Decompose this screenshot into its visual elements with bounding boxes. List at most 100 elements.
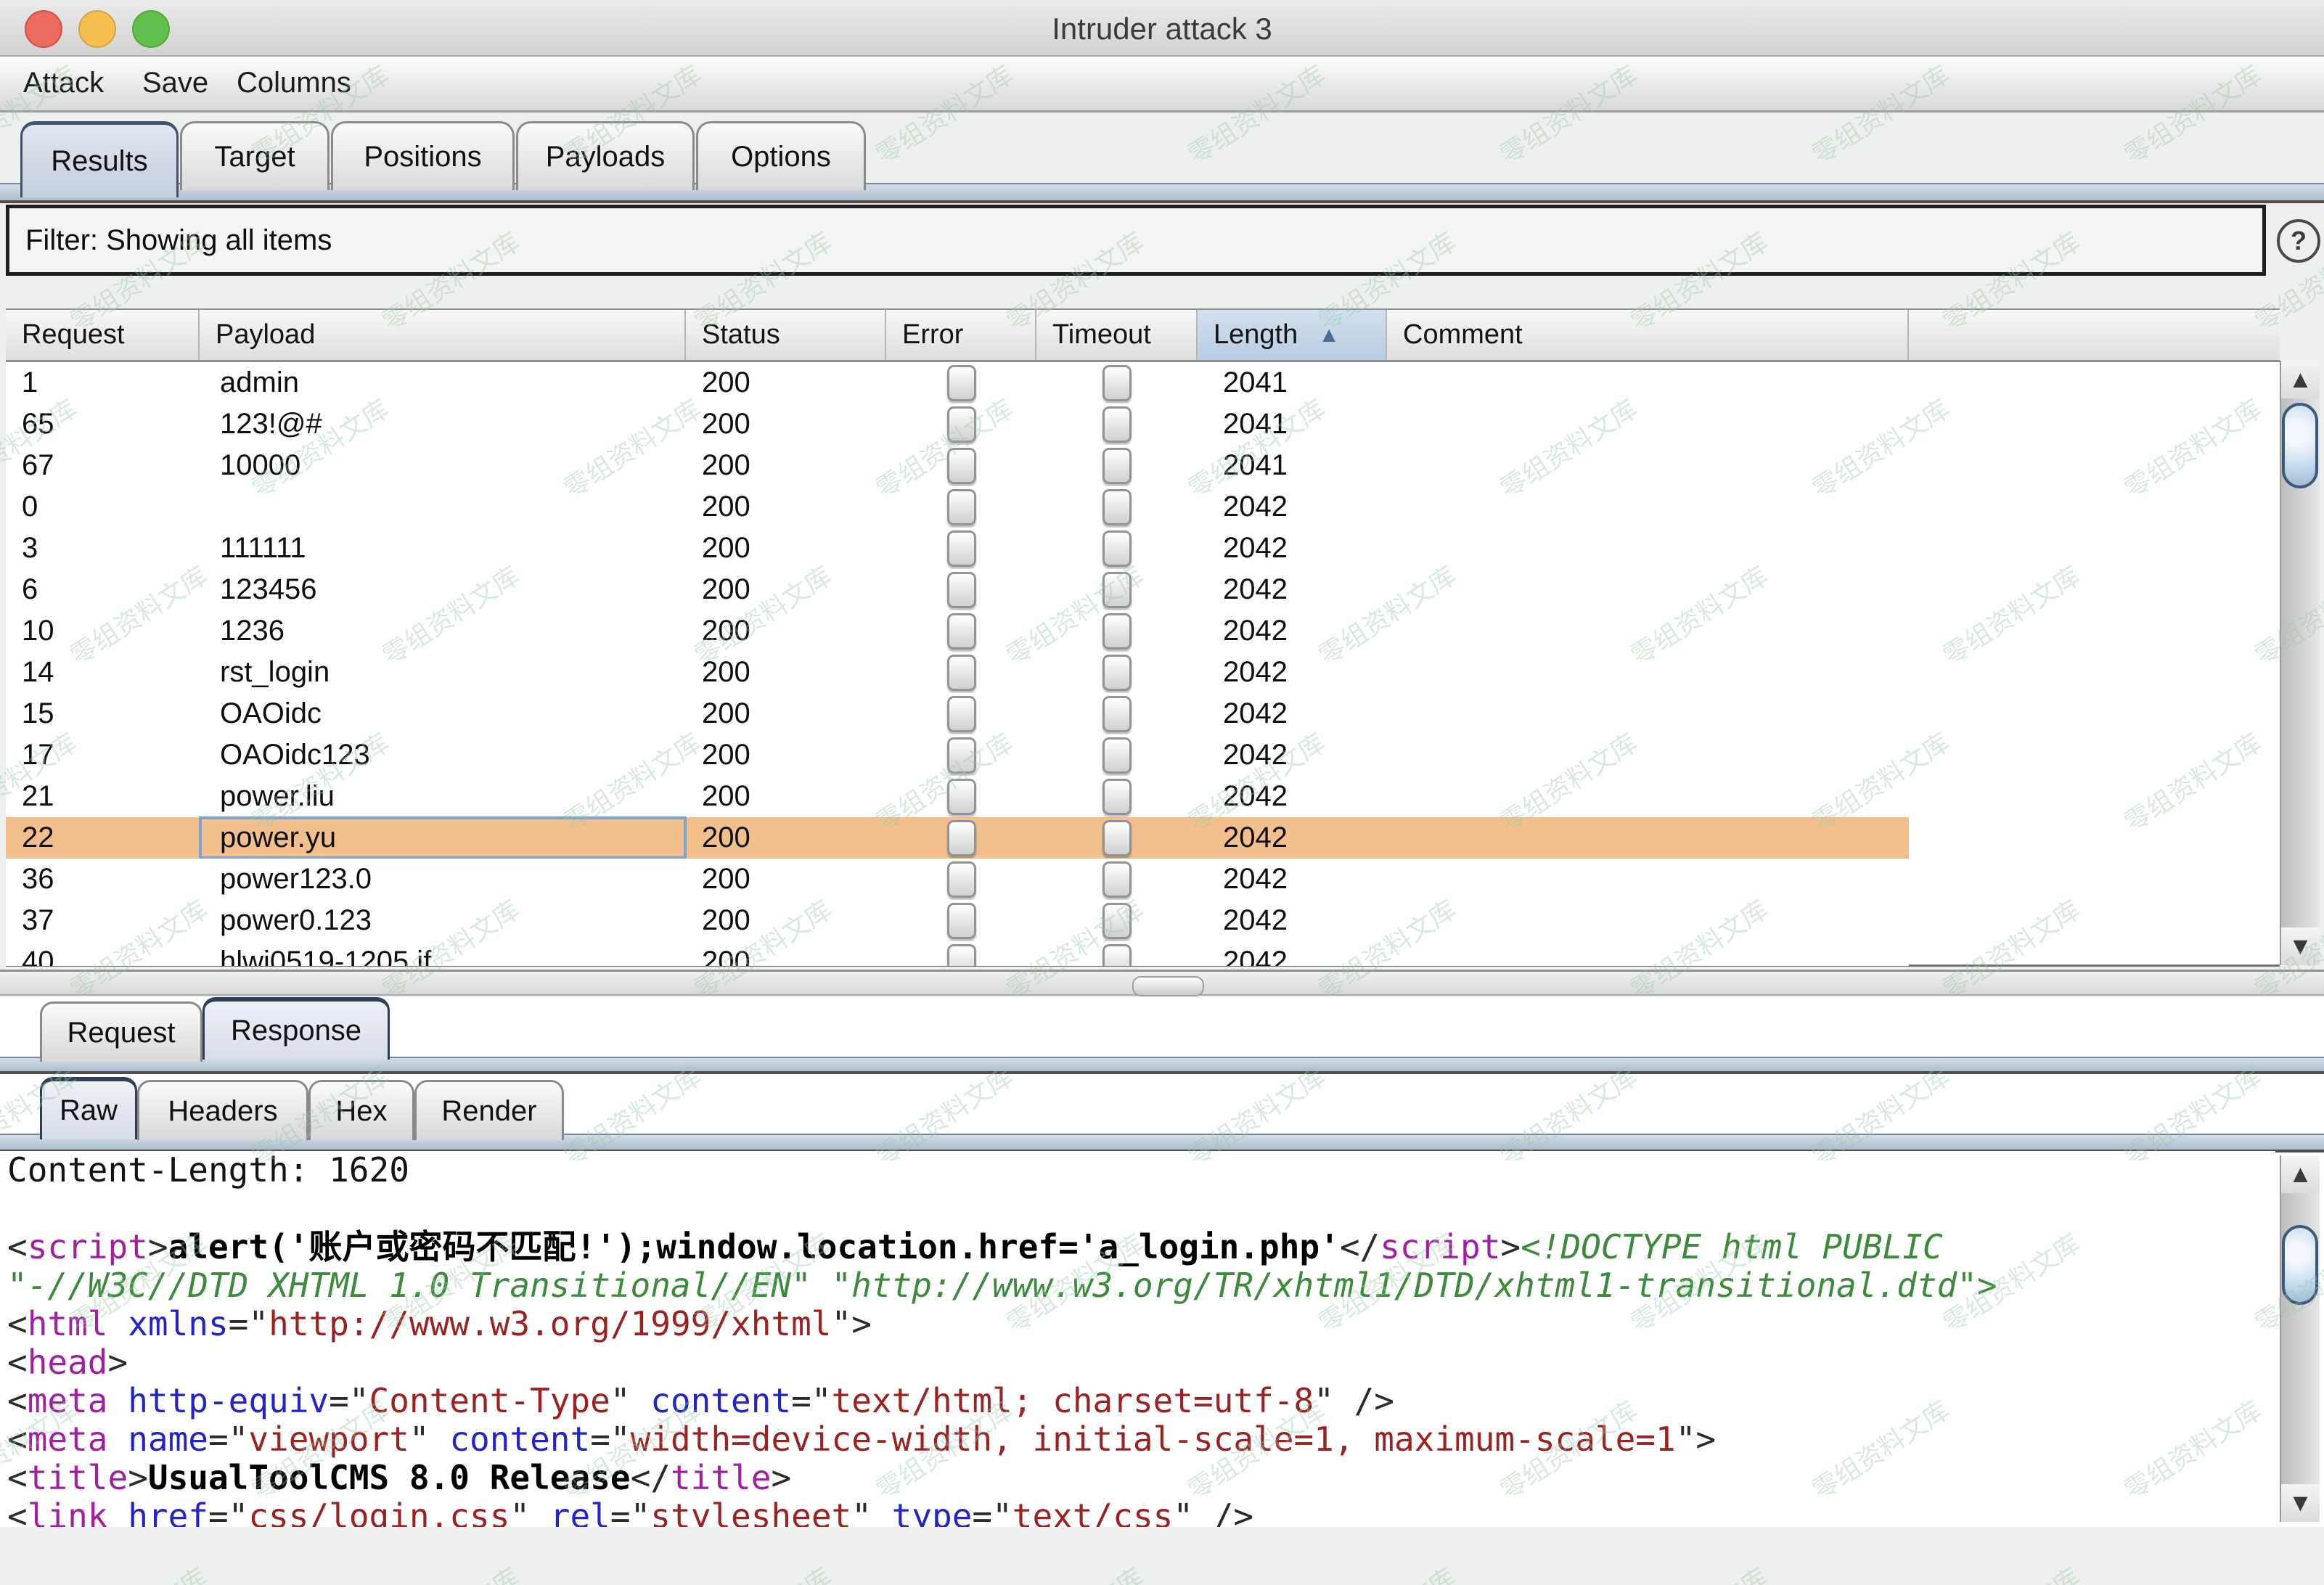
table-row[interactable]: 02002042 (6, 486, 1909, 528)
request-cell: 21 (6, 776, 200, 817)
table-row[interactable]: 17OAOidc1232002042 (6, 734, 1909, 776)
tab-request[interactable]: Request (40, 1002, 202, 1062)
help-icon[interactable]: ? (2277, 219, 2320, 263)
error-checkbox[interactable] (947, 737, 976, 774)
menu-attack[interactable]: Attack (23, 67, 104, 99)
scroll-down-icon[interactable]: ▼ (2281, 927, 2320, 965)
table-row[interactable]: 65123!@#2002041 (6, 404, 1909, 445)
error-cell (886, 776, 1036, 817)
error-checkbox[interactable] (947, 655, 976, 691)
timeout-checkbox[interactable] (1102, 944, 1132, 967)
timeout-cell (1036, 693, 1198, 734)
error-checkbox[interactable] (947, 448, 976, 484)
error-checkbox[interactable] (947, 861, 976, 898)
tab-headers[interactable]: Headers (137, 1080, 308, 1140)
error-cell (886, 445, 1036, 486)
error-checkbox[interactable] (947, 944, 976, 967)
response-body[interactable]: Content-Length: 1620 <script>alert('账户或密… (0, 1151, 2275, 1527)
tab-raw[interactable]: Raw (40, 1077, 137, 1139)
timeout-checkbox[interactable] (1102, 406, 1132, 443)
error-checkbox[interactable] (947, 531, 976, 567)
column-header-request[interactable]: Request (6, 310, 200, 360)
column-header-error[interactable]: Error (886, 310, 1036, 360)
tab-response[interactable]: Response (202, 997, 390, 1060)
timeout-cell (1036, 528, 1198, 569)
timeout-checkbox[interactable] (1102, 489, 1132, 525)
scroll-up-icon[interactable]: ▲ (2281, 1155, 2320, 1193)
response-scrollbar[interactable]: ▲ ▼ (2280, 1155, 2320, 1522)
tab-target[interactable]: Target (180, 121, 330, 190)
comment-cell (1387, 817, 1909, 859)
request-cell: 14 (6, 652, 200, 693)
column-header-timeout[interactable]: Timeout (1036, 310, 1198, 360)
timeout-checkbox[interactable] (1102, 737, 1132, 774)
error-checkbox[interactable] (947, 820, 976, 856)
request-cell: 15 (6, 693, 200, 734)
column-header-payload[interactable]: Payload (200, 310, 686, 360)
error-checkbox[interactable] (947, 406, 976, 443)
timeout-checkbox[interactable] (1102, 820, 1132, 856)
error-cell (886, 404, 1036, 445)
table-row[interactable]: 14rst_login2002042 (6, 652, 1909, 693)
timeout-checkbox[interactable] (1102, 531, 1132, 567)
table-row[interactable]: 15OAOidc2002042 (6, 693, 1909, 734)
table-row[interactable]: 40hlwj0519-1205.jf2002042 (6, 941, 1909, 966)
tab-payloads[interactable]: Payloads (516, 121, 695, 190)
timeout-checkbox[interactable] (1102, 613, 1132, 650)
table-row[interactable]: 36power123.02002042 (6, 859, 1909, 900)
table-row[interactable]: 31111112002042 (6, 528, 1909, 569)
scroll-down-icon[interactable]: ▼ (2281, 1484, 2320, 1522)
table-row[interactable]: 37power0.1232002042 (6, 900, 1909, 941)
table-scrollbar[interactable]: ▲ ▼ (2280, 361, 2320, 965)
error-checkbox[interactable] (947, 903, 976, 939)
column-header-comment[interactable]: Comment (1387, 310, 1909, 360)
request-cell: 10 (6, 610, 200, 652)
payload-cell: OAOidc123 (200, 734, 686, 776)
menu-columns[interactable]: Columns (237, 67, 351, 99)
response-scrollbar-thumb[interactable] (2282, 1225, 2318, 1305)
menu-save[interactable]: Save (142, 67, 208, 99)
tab-options[interactable]: Options (696, 121, 866, 190)
timeout-checkbox[interactable] (1102, 903, 1132, 939)
timeout-checkbox[interactable] (1102, 861, 1132, 898)
filter-bar[interactable]: Filter: Showing all items (6, 205, 2266, 276)
error-cell (886, 528, 1036, 569)
error-checkbox[interactable] (947, 696, 976, 732)
table-row[interactable]: 67100002002041 (6, 445, 1909, 486)
table-row[interactable]: 22power.yu2002042 (6, 817, 1909, 859)
request-cell: 40 (6, 941, 200, 966)
splitter-grip[interactable] (1132, 976, 1204, 996)
tab-positions[interactable]: Positions (331, 121, 515, 190)
error-checkbox[interactable] (947, 572, 976, 608)
column-header-status[interactable]: Status (686, 310, 886, 360)
table-row[interactable]: 1012362002042 (6, 610, 1909, 652)
scroll-up-icon[interactable]: ▲ (2281, 361, 2320, 398)
error-checkbox[interactable] (947, 779, 976, 815)
table-row[interactable]: 1admin2002041 (6, 362, 1909, 404)
split-pane-divider[interactable] (0, 970, 2324, 996)
column-header-length[interactable]: Length ▲ (1198, 310, 1387, 360)
timeout-cell (1036, 652, 1198, 693)
status-cell: 200 (686, 486, 886, 528)
table-row[interactable]: 21power.liu2002042 (6, 776, 1909, 817)
tab-results[interactable]: Results (20, 121, 179, 197)
payload-cell: 10000 (200, 445, 686, 486)
tab-hex[interactable]: Hex (308, 1080, 414, 1140)
timeout-checkbox[interactable] (1102, 365, 1132, 401)
timeout-checkbox[interactable] (1102, 655, 1132, 691)
error-checkbox[interactable] (947, 489, 976, 525)
timeout-checkbox[interactable] (1102, 696, 1132, 732)
length-cell: 2042 (1198, 776, 1387, 817)
status-cell: 200 (686, 859, 886, 900)
timeout-checkbox[interactable] (1102, 779, 1132, 815)
comment-cell (1387, 404, 1909, 445)
status-cell: 200 (686, 941, 886, 966)
error-checkbox[interactable] (947, 365, 976, 401)
timeout-checkbox[interactable] (1102, 572, 1132, 608)
tab-render[interactable]: Render (414, 1080, 564, 1140)
timeout-checkbox[interactable] (1102, 448, 1132, 484)
column-header-length-label: Length (1214, 319, 1298, 351)
error-checkbox[interactable] (947, 613, 976, 650)
table-scrollbar-thumb[interactable] (2282, 403, 2318, 488)
table-row[interactable]: 61234562002042 (6, 569, 1909, 610)
